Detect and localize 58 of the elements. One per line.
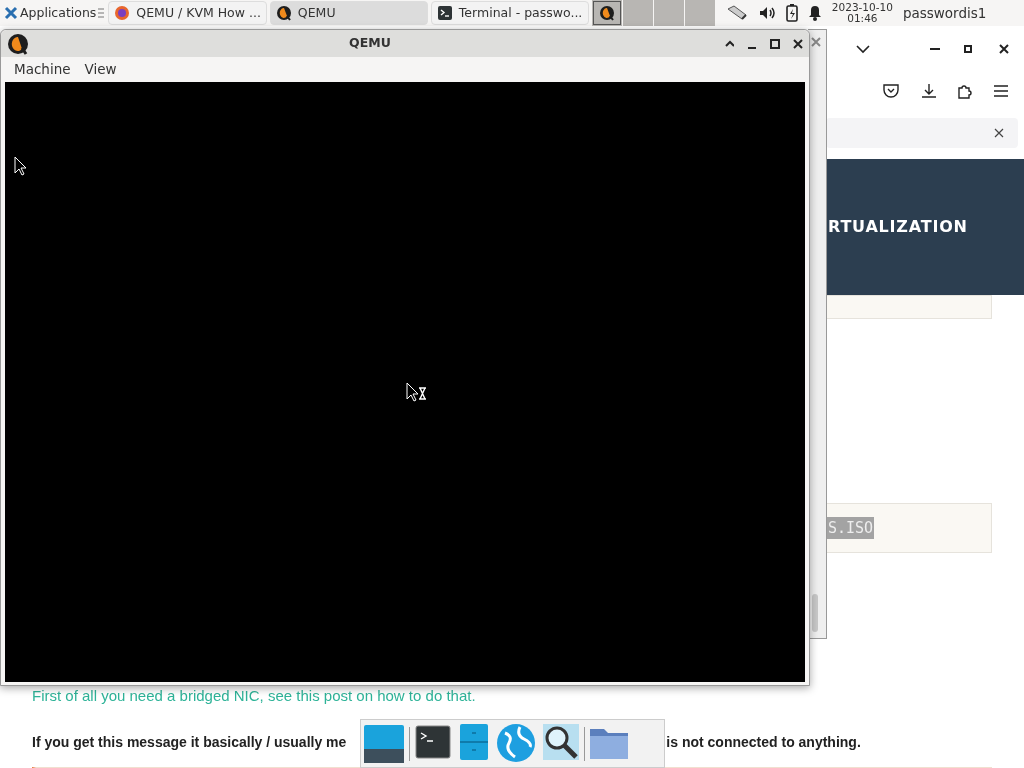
close-icon (793, 38, 803, 49)
clock[interactable]: 2023-10-10 01:46 (831, 2, 893, 24)
maximize-button[interactable] (770, 38, 780, 49)
applications-menu[interactable]: Applications (0, 0, 109, 26)
maximize-button[interactable] (964, 45, 972, 53)
desktop-icon (363, 722, 405, 765)
dock-launcher[interactable] (363, 722, 405, 765)
window-title: QEMU (348, 34, 392, 53)
maximize-icon (770, 38, 780, 49)
browser-icon (114, 5, 131, 21)
maximize-icon (964, 45, 972, 53)
paragraph-text: is not connected to anything. (666, 732, 861, 752)
taskbar-button[interactable]: QEMU / KVM How ... (108, 1, 267, 25)
paragraph-text: If you get this message it basically / usually me (32, 732, 347, 752)
qemu-icon (7, 32, 29, 55)
menu-button[interactable] (992, 82, 1010, 100)
xfce-icon (4, 6, 18, 20)
battery-icon[interactable] (785, 4, 798, 22)
find-field[interactable] (826, 118, 1018, 148)
menu-icon (992, 82, 1010, 100)
close-icon (811, 37, 821, 47)
menu-item[interactable]: Machine (7, 59, 78, 80)
close-icon (994, 128, 1004, 138)
menu-item[interactable]: View (77, 59, 124, 80)
cursor-icon (14, 156, 26, 176)
chevron-down-icon (856, 44, 870, 54)
download-button[interactable] (920, 82, 938, 100)
puzzle-button[interactable] (956, 82, 974, 100)
tabs-dropdown-button[interactable] (856, 44, 870, 54)
taskbar-button[interactable]: Terminal - passwo... (430, 1, 589, 25)
volume-icon[interactable] (757, 5, 776, 21)
workspace-button[interactable] (591, 0, 622, 26)
minimize-icon (747, 46, 757, 49)
busy-cursor-icon (406, 382, 428, 402)
terminal-icon (436, 5, 453, 21)
shade-button[interactable] (724, 38, 734, 49)
close-button[interactable] (999, 44, 1009, 54)
clock-time: 01:46 (846, 13, 879, 24)
code-text: S.ISO (827, 516, 875, 540)
puzzle-icon (956, 82, 974, 100)
pocket-icon (882, 82, 900, 100)
close-button[interactable] (793, 38, 803, 49)
close-button[interactable] (994, 128, 1004, 138)
qemu-icon (275, 5, 292, 21)
separator-icon (98, 6, 105, 20)
clock-date: 2023-10-10 (831, 2, 893, 13)
qemu-icon (598, 5, 615, 21)
globe-icon (496, 722, 538, 765)
page-heading: RTUALIZATION (828, 216, 968, 238)
download-icon (920, 82, 938, 100)
minimize-icon (930, 48, 940, 50)
bell-icon[interactable] (807, 5, 822, 21)
close-icon (999, 44, 1009, 54)
collapse-icon (724, 38, 734, 49)
user-name[interactable]: passwordis1 (902, 2, 987, 24)
scrollbar-thumb[interactable] (812, 594, 818, 632)
taskbar-button[interactable]: QEMU (269, 1, 428, 25)
pocket-button[interactable] (882, 82, 900, 100)
